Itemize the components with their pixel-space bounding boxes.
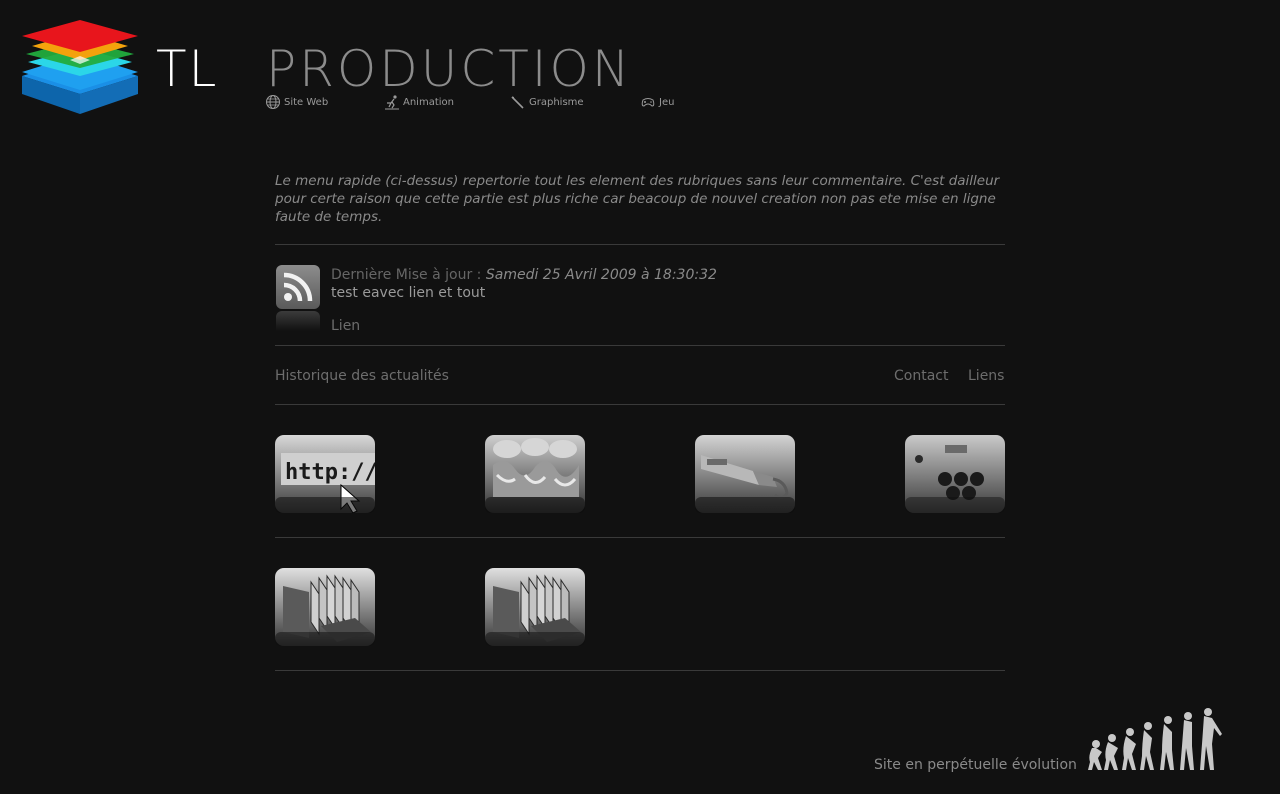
nav-label: Graphisme bbox=[529, 96, 584, 108]
nav-label: Animation bbox=[403, 96, 454, 108]
globe-icon bbox=[266, 95, 280, 109]
brand-title[interactable]: TL PRODUCTION bbox=[156, 44, 686, 94]
news-block: Dernière Mise à jour : Samedi 25 Avril 2… bbox=[331, 266, 717, 334]
runner-icon bbox=[385, 95, 399, 110]
evolution-icon bbox=[1088, 708, 1222, 770]
footer-tagline: Site en perpétuelle évolution bbox=[874, 757, 1077, 773]
divider bbox=[275, 244, 1005, 245]
news-link[interactable]: Lien bbox=[331, 317, 360, 335]
nav-label: Jeu bbox=[659, 96, 675, 108]
divider bbox=[275, 404, 1005, 405]
nav-label: Site Web bbox=[284, 96, 329, 108]
svg-text:http://w: http://w bbox=[285, 460, 375, 485]
brand-prefix: TL bbox=[156, 40, 219, 98]
divider bbox=[275, 345, 1005, 346]
news-headline: test eavec lien et tout bbox=[331, 285, 486, 301]
jeu-thumbnail[interactable] bbox=[905, 435, 1005, 513]
nav-item-animation[interactable]: Animation bbox=[384, 94, 454, 110]
graphisme-thumbnail[interactable] bbox=[695, 435, 795, 513]
animation-thumbnail[interactable] bbox=[485, 435, 585, 513]
pencil-icon bbox=[511, 96, 524, 109]
archive-thumbnail-1[interactable] bbox=[275, 568, 375, 646]
contact-link[interactable]: Contact bbox=[894, 368, 948, 384]
divider bbox=[275, 670, 1005, 671]
nav-item-site-web[interactable]: Site Web bbox=[265, 94, 328, 110]
history-link[interactable]: Historique des actualités bbox=[275, 368, 449, 384]
archive-thumbnail-2[interactable] bbox=[485, 568, 585, 646]
nav-item-graphisme[interactable]: Graphisme bbox=[510, 94, 584, 110]
intro-text: Le menu rapide (ci-dessus) repertorie to… bbox=[275, 173, 1000, 225]
brand-name: PRODUCTION bbox=[266, 40, 633, 98]
liens-link[interactable]: Liens bbox=[968, 368, 1004, 384]
gamepad-icon bbox=[641, 98, 655, 107]
rss-icon[interactable] bbox=[276, 265, 320, 309]
site-web-thumbnail[interactable]: http://w bbox=[275, 435, 375, 513]
nav-item-jeu[interactable]: Jeu bbox=[640, 94, 674, 110]
news-date: Samedi 25 Avril 2009 à 18:30:32 bbox=[485, 267, 717, 283]
date-label: Dernière Mise à jour : bbox=[331, 267, 482, 283]
divider bbox=[275, 537, 1005, 538]
logo-icon[interactable] bbox=[18, 18, 142, 122]
rss-reflection bbox=[276, 311, 320, 331]
